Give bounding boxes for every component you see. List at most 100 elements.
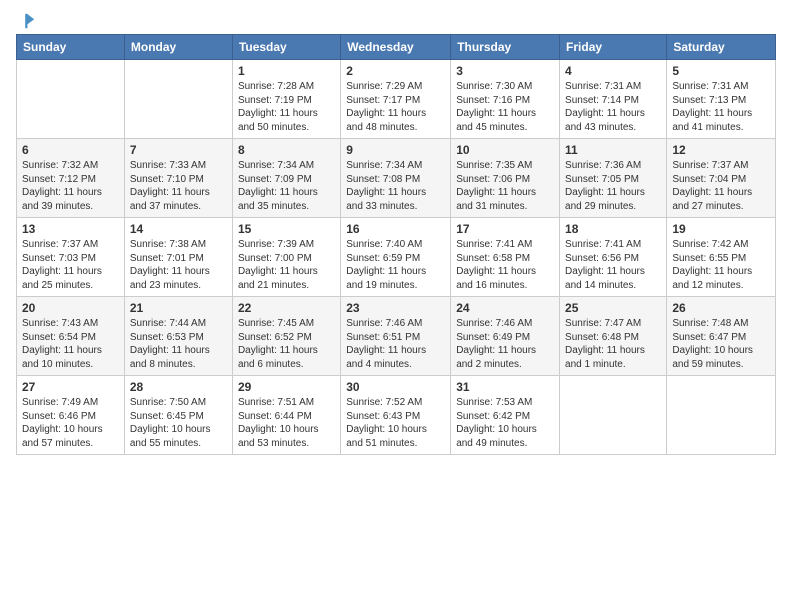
day-number: 26 [672, 301, 770, 315]
day-info: Sunrise: 7:40 AM Sunset: 6:59 PM Dayligh… [346, 238, 445, 292]
calendar-cell: 10 Sunrise: 7:35 AM Sunset: 7:06 PM Dayli… [451, 139, 560, 218]
day-number: 4 [565, 64, 661, 78]
day-number: 24 [456, 301, 554, 315]
calendar-cell: 11 Sunrise: 7:36 AM Sunset: 7:05 PM Dayli… [560, 139, 667, 218]
day-number: 13 [22, 222, 119, 236]
day-info: Sunrise: 7:31 AM Sunset: 7:14 PM Dayligh… [565, 80, 661, 134]
day-info: Sunrise: 7:46 AM Sunset: 6:51 PM Dayligh… [346, 317, 445, 371]
calendar-day-header: Wednesday [341, 35, 451, 60]
day-number: 11 [565, 143, 661, 157]
day-info: Sunrise: 7:37 AM Sunset: 7:04 PM Dayligh… [672, 159, 770, 213]
day-info: Sunrise: 7:31 AM Sunset: 7:13 PM Dayligh… [672, 80, 770, 134]
calendar-week-row: 6 Sunrise: 7:32 AM Sunset: 7:12 PM Daylig… [17, 139, 776, 218]
calendar-cell: 9Sunrise: 7:34 AM Sunset: 7:08 PM Daylig… [341, 139, 451, 218]
calendar-cell: 5 Sunrise: 7:31 AM Sunset: 7:13 PM Daylig… [667, 60, 776, 139]
calendar-cell [17, 60, 125, 139]
day-number: 18 [565, 222, 661, 236]
calendar-cell: 19 Sunrise: 7:42 AM Sunset: 6:55 PM Dayli… [667, 218, 776, 297]
day-number: 15 [238, 222, 335, 236]
calendar-cell: 12 Sunrise: 7:37 AM Sunset: 7:04 PM Dayli… [667, 139, 776, 218]
logo [16, 12, 36, 26]
day-number: 31 [456, 380, 554, 394]
day-number: 9 [346, 143, 445, 157]
calendar-day-header: Friday [560, 35, 667, 60]
header [16, 12, 776, 26]
calendar-cell: 15 Sunrise: 7:39 AM Sunset: 7:00 PM Dayli… [232, 218, 340, 297]
day-number: 7 [130, 143, 227, 157]
calendar-week-row: 1 Sunrise: 7:28 AM Sunset: 7:19 PM Daylig… [17, 60, 776, 139]
day-info: Sunrise: 7:49 AM Sunset: 6:46 PM Dayligh… [22, 396, 119, 450]
calendar-cell: 21 Sunrise: 7:44 AM Sunset: 6:53 PM Dayli… [124, 297, 232, 376]
day-number: 19 [672, 222, 770, 236]
calendar-cell: 8Sunrise: 7:34 AM Sunset: 7:09 PM Daylig… [232, 139, 340, 218]
day-number: 16 [346, 222, 445, 236]
day-number: 8 [238, 143, 335, 157]
calendar-cell: 31 Sunrise: 7:53 AM Sunset: 6:42 PM Dayli… [451, 376, 560, 455]
day-number: 6 [22, 143, 119, 157]
calendar-cell [560, 376, 667, 455]
calendar-day-header: Monday [124, 35, 232, 60]
day-info: Sunrise: 7:50 AM Sunset: 6:45 PM Dayligh… [130, 396, 227, 450]
calendar-cell: 28 Sunrise: 7:50 AM Sunset: 6:45 PM Dayli… [124, 376, 232, 455]
calendar-week-row: 20 Sunrise: 7:43 AM Sunset: 6:54 PM Dayli… [17, 297, 776, 376]
day-number: 2 [346, 64, 445, 78]
calendar-cell: 25 Sunrise: 7:47 AM Sunset: 6:48 PM Dayli… [560, 297, 667, 376]
day-number: 17 [456, 222, 554, 236]
day-info: Sunrise: 7:53 AM Sunset: 6:42 PM Dayligh… [456, 396, 554, 450]
calendar-cell: 3 Sunrise: 7:30 AM Sunset: 7:16 PM Daylig… [451, 60, 560, 139]
day-info: Sunrise: 7:28 AM Sunset: 7:19 PM Dayligh… [238, 80, 335, 134]
calendar-table: SundayMondayTuesdayWednesdayThursdayFrid… [16, 34, 776, 455]
day-info: Sunrise: 7:32 AM Sunset: 7:12 PM Dayligh… [22, 159, 119, 213]
day-info: Sunrise: 7:37 AM Sunset: 7:03 PM Dayligh… [22, 238, 119, 292]
day-info: Sunrise: 7:48 AM Sunset: 6:47 PM Dayligh… [672, 317, 770, 371]
day-info: Sunrise: 7:41 AM Sunset: 6:58 PM Dayligh… [456, 238, 554, 292]
day-number: 21 [130, 301, 227, 315]
day-number: 5 [672, 64, 770, 78]
day-number: 3 [456, 64, 554, 78]
calendar-cell: 22 Sunrise: 7:45 AM Sunset: 6:52 PM Dayli… [232, 297, 340, 376]
calendar-cell: 2 Sunrise: 7:29 AM Sunset: 7:17 PM Daylig… [341, 60, 451, 139]
day-number: 27 [22, 380, 119, 394]
calendar-cell: 29 Sunrise: 7:51 AM Sunset: 6:44 PM Dayli… [232, 376, 340, 455]
calendar-cell: 18Sunrise: 7:41 AM Sunset: 6:56 PM Dayli… [560, 218, 667, 297]
day-info: Sunrise: 7:47 AM Sunset: 6:48 PM Dayligh… [565, 317, 661, 371]
calendar-cell: 14Sunrise: 7:38 AM Sunset: 7:01 PM Dayli… [124, 218, 232, 297]
day-number: 12 [672, 143, 770, 157]
day-info: Sunrise: 7:51 AM Sunset: 6:44 PM Dayligh… [238, 396, 335, 450]
day-number: 14 [130, 222, 227, 236]
day-number: 10 [456, 143, 554, 157]
day-number: 29 [238, 380, 335, 394]
day-info: Sunrise: 7:44 AM Sunset: 6:53 PM Dayligh… [130, 317, 227, 371]
day-number: 23 [346, 301, 445, 315]
calendar-cell: 17 Sunrise: 7:41 AM Sunset: 6:58 PM Dayli… [451, 218, 560, 297]
calendar-week-row: 13 Sunrise: 7:37 AM Sunset: 7:03 PM Dayli… [17, 218, 776, 297]
calendar-cell: 26 Sunrise: 7:48 AM Sunset: 6:47 PM Dayli… [667, 297, 776, 376]
day-info: Sunrise: 7:46 AM Sunset: 6:49 PM Dayligh… [456, 317, 554, 371]
day-info: Sunrise: 7:45 AM Sunset: 6:52 PM Dayligh… [238, 317, 335, 371]
day-number: 20 [22, 301, 119, 315]
calendar-cell: 1 Sunrise: 7:28 AM Sunset: 7:19 PM Daylig… [232, 60, 340, 139]
day-info: Sunrise: 7:30 AM Sunset: 7:16 PM Dayligh… [456, 80, 554, 134]
day-info: Sunrise: 7:36 AM Sunset: 7:05 PM Dayligh… [565, 159, 661, 213]
day-info: Sunrise: 7:42 AM Sunset: 6:55 PM Dayligh… [672, 238, 770, 292]
day-info: Sunrise: 7:43 AM Sunset: 6:54 PM Dayligh… [22, 317, 119, 371]
day-info: Sunrise: 7:29 AM Sunset: 7:17 PM Dayligh… [346, 80, 445, 134]
calendar-cell: 4 Sunrise: 7:31 AM Sunset: 7:14 PM Daylig… [560, 60, 667, 139]
day-info: Sunrise: 7:33 AM Sunset: 7:10 PM Dayligh… [130, 159, 227, 213]
calendar-cell: 13 Sunrise: 7:37 AM Sunset: 7:03 PM Dayli… [17, 218, 125, 297]
day-info: Sunrise: 7:39 AM Sunset: 7:00 PM Dayligh… [238, 238, 335, 292]
day-number: 30 [346, 380, 445, 394]
day-number: 25 [565, 301, 661, 315]
calendar-cell: 20 Sunrise: 7:43 AM Sunset: 6:54 PM Dayli… [17, 297, 125, 376]
calendar-day-header: Tuesday [232, 35, 340, 60]
calendar-week-row: 27 Sunrise: 7:49 AM Sunset: 6:46 PM Dayli… [17, 376, 776, 455]
calendar-day-header: Thursday [451, 35, 560, 60]
day-info: Sunrise: 7:35 AM Sunset: 7:06 PM Dayligh… [456, 159, 554, 213]
day-number: 22 [238, 301, 335, 315]
calendar-cell: 30 Sunrise: 7:52 AM Sunset: 6:43 PM Dayli… [341, 376, 451, 455]
day-number: 28 [130, 380, 227, 394]
day-info: Sunrise: 7:52 AM Sunset: 6:43 PM Dayligh… [346, 396, 445, 450]
day-number: 1 [238, 64, 335, 78]
calendar-cell [667, 376, 776, 455]
calendar-cell: 7 Sunrise: 7:33 AM Sunset: 7:10 PM Daylig… [124, 139, 232, 218]
